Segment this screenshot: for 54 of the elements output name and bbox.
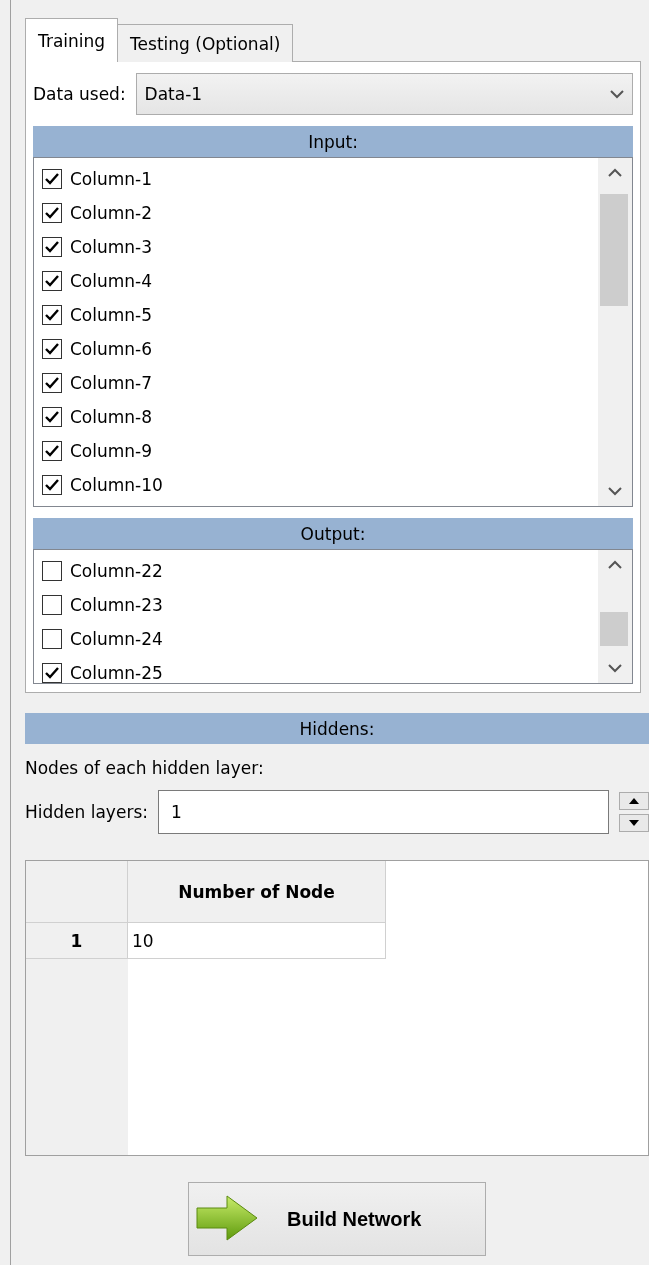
scroll-thumb[interactable] (600, 194, 628, 306)
checkbox-label: Column-3 (70, 237, 153, 257)
tab[interactable]: Training (25, 18, 119, 62)
checkbox[interactable] (42, 203, 62, 223)
hidden-layers-label: Hidden layers: (25, 802, 148, 822)
checkbox-label: Column-2 (70, 203, 153, 223)
scroll-up-icon[interactable] (608, 560, 622, 569)
checkbox-label: Column-22 (70, 561, 163, 581)
checkbox[interactable] (42, 475, 62, 495)
checkbox[interactable] (42, 305, 62, 325)
build-network-button[interactable]: Build Network (188, 1182, 486, 1256)
checkbox[interactable] (42, 663, 62, 683)
scroll-down-icon[interactable] (608, 664, 622, 673)
checkbox-label: Column-1 (70, 169, 153, 189)
spin-up-button[interactable] (619, 792, 649, 810)
checkbox-label: Column-8 (70, 407, 153, 427)
spin-down-button[interactable] (619, 814, 649, 832)
checkbox[interactable] (42, 373, 62, 393)
checkbox-label: Column-6 (70, 339, 153, 359)
section-header: Input: (33, 126, 633, 157)
checkbox[interactable] (42, 407, 62, 427)
checkbox[interactable] (42, 595, 62, 615)
nodes-label: Nodes of each hidden layer: (25, 758, 264, 778)
checkbox[interactable] (42, 339, 62, 359)
section-header: Hiddens: (25, 713, 649, 744)
checkbox-label: Column-25 (70, 663, 163, 683)
checkbox-label: Column-9 (70, 441, 153, 461)
checkbox[interactable] (42, 169, 62, 189)
scroll-up-icon[interactable] (608, 168, 622, 177)
up-triangle-icon (629, 798, 639, 804)
scroll-down-icon[interactable] (608, 487, 622, 496)
checkbox-label: Column-7 (70, 373, 153, 393)
data-dropdown[interactable]: Data-1 (135, 73, 633, 115)
checkbox[interactable] (42, 237, 62, 257)
scroll-thumb[interactable] (600, 612, 628, 646)
dropdown-chevron-icon[interactable] (610, 89, 624, 99)
checkbox[interactable] (42, 629, 62, 649)
scrollbar[interactable] (598, 158, 632, 506)
checkbox[interactable] (42, 441, 62, 461)
column-header[interactable]: Number of Node (128, 861, 386, 923)
checkbox-label: Column-5 (70, 305, 153, 325)
checkbox[interactable] (42, 561, 62, 581)
tab[interactable]: Testing (Optional) (117, 24, 294, 62)
down-triangle-icon (629, 820, 639, 826)
section-header: Output: (33, 518, 633, 549)
checkbox-label: Column-23 (70, 595, 163, 615)
checkbox-label: Column-10 (70, 475, 163, 495)
data-used-label: Data used: (33, 84, 126, 104)
checkbox[interactable] (42, 271, 62, 291)
scrollbar[interactable] (598, 550, 632, 683)
row-header: 1 (26, 923, 128, 959)
checkbox-label: Column-24 (70, 629, 163, 649)
hidden-layers-field[interactable]: 1 (157, 790, 609, 834)
checkbox-label: Column-4 (70, 271, 153, 291)
